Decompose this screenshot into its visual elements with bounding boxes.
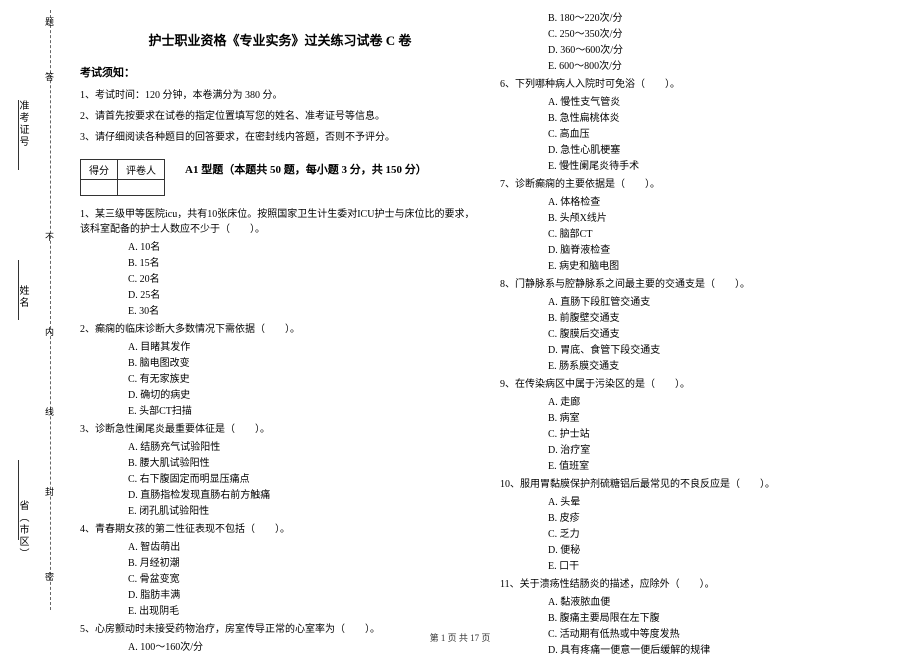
q9-opt-c: C. 护士站	[548, 427, 900, 442]
binding-margin: 题 答 准考证号 不 姓名 内 线 封 省（市区） 密	[15, 10, 65, 610]
q6-opt-a: A. 慢性支气管炎	[548, 95, 900, 110]
q3-stem: 3、诊断急性阑尾炎最重要体征是（ ）。	[80, 422, 480, 437]
score-cell-grader	[118, 180, 165, 196]
exam-title: 护士职业资格《专业实务》过关练习试卷 C 卷	[80, 30, 480, 49]
q9-opt-d: D. 治疗室	[548, 443, 900, 458]
q7-opt-a: A. 体格检查	[548, 195, 900, 210]
q2-opt-a: A. 目睹其发作	[128, 340, 480, 355]
q8-stem: 8、门静脉系与腔静脉系之间最主要的交通支是（ ）。	[500, 277, 900, 292]
q3-opt-d: D. 直肠指检发现直肠右前方触痛	[128, 488, 480, 503]
q4-opt-a: A. 智齿萌出	[128, 540, 480, 555]
q7-opt-b: B. 头颅X线片	[548, 211, 900, 226]
q4-opt-b: B. 月经初潮	[128, 556, 480, 571]
q6-opt-c: C. 高血压	[548, 127, 900, 142]
q8-opt-a: A. 直肠下段肛管交通支	[548, 295, 900, 310]
q9-opt-e: E. 值班室	[548, 459, 900, 474]
q2-opt-c: C. 有无家族史	[128, 372, 480, 387]
q2-stem: 2、癫痫的临床诊断大多数情况下需依据（ ）。	[80, 322, 480, 337]
q10-opt-a: A. 头晕	[548, 495, 900, 510]
q5-opt-e: E. 600～800次/分	[548, 59, 900, 74]
instruction-3: 3、请仔细阅读各种题目的回答要求，在密封线内答题，否则不予评分。	[80, 130, 480, 145]
q6-opt-b: B. 急性扁桃体炎	[548, 111, 900, 126]
marker-xian: 线	[45, 405, 54, 418]
q1-opt-e: E. 30名	[128, 304, 480, 319]
q10-stem: 10、服用胃黏膜保护剂硫糖铝后最常见的不良反应是（ ）。	[500, 477, 900, 492]
q6-opt-d: D. 急性心肌梗塞	[548, 143, 900, 158]
q11-opt-a: A. 黏液脓血便	[548, 595, 900, 610]
q3-opt-c: C. 右下腹固定而明显压痛点	[128, 472, 480, 487]
field-line-province	[18, 460, 19, 540]
q9-opt-a: A. 走廊	[548, 395, 900, 410]
q6-stem: 6、下列哪种病人入院时可免浴（ ）。	[500, 77, 900, 92]
q8-opt-d: D. 胃底、食管下段交通支	[548, 343, 900, 358]
q1-opt-c: C. 20名	[128, 272, 480, 287]
q6-opt-e: E. 慢性阑尾炎待手术	[548, 159, 900, 174]
q5-opt-c: C. 250～350次/分	[548, 27, 900, 42]
instruction-1: 1、考试时间：120 分钟，本卷满分为 380 分。	[80, 88, 480, 103]
q9-stem: 9、在传染病区中属于污染区的是（ ）。	[500, 377, 900, 392]
right-column: B. 180～220次/分 C. 250～350次/分 D. 360～600次/…	[500, 10, 900, 625]
q2-opt-e: E. 头部CT扫描	[128, 404, 480, 419]
score-cell-score	[81, 180, 118, 196]
q8-opt-c: C. 腹膜后交通支	[548, 327, 900, 342]
marker-ti: 题	[45, 15, 54, 28]
content-area: 护士职业资格《专业实务》过关练习试卷 C 卷 考试须知： 1、考试时间：120 …	[65, 10, 900, 625]
q4-opt-c: C. 骨盆变宽	[128, 572, 480, 587]
score-header-score: 得分	[81, 160, 118, 180]
q4-stem: 4、青春期女孩的第二性征表现不包括（ ）。	[80, 522, 480, 537]
q7-opt-c: C. 脑部CT	[548, 227, 900, 242]
q8-opt-e: E. 肠系膜交通支	[548, 359, 900, 374]
marker-da: 答	[45, 70, 54, 83]
field-line-admission	[18, 100, 19, 170]
q8-opt-b: B. 前腹壁交通支	[548, 311, 900, 326]
q11-stem: 11、关于溃疡性结肠炎的描述，应除外（ ）。	[500, 577, 900, 592]
q7-opt-d: D. 脑脊液检查	[548, 243, 900, 258]
q3-opt-e: E. 闭孔肌试验阳性	[128, 504, 480, 519]
field-line-name	[18, 260, 19, 320]
q5-opt-d: D. 360～600次/分	[548, 43, 900, 58]
q1-stem: 1、某三级甲等医院icu，共有10张床位。按照国家卫生计生委对ICU护士与床位比…	[80, 207, 480, 237]
section-title: A1 型题（本题共 50 题，每小题 3 分，共 150 分）	[185, 161, 427, 177]
q4-opt-d: D. 脂肪丰满	[128, 588, 480, 603]
instruction-2: 2、请首先按要求在试卷的指定位置填写您的姓名、准考证号等信息。	[80, 109, 480, 124]
marker-feng: 封	[45, 485, 54, 498]
q10-opt-e: E. 口干	[548, 559, 900, 574]
marker-bu: 不	[45, 230, 54, 243]
left-column: 护士职业资格《专业实务》过关练习试卷 C 卷 考试须知： 1、考试时间：120 …	[80, 10, 480, 625]
q7-stem: 7、诊断癫痫的主要依据是（ ）。	[500, 177, 900, 192]
q10-opt-b: B. 皮疹	[548, 511, 900, 526]
q11-opt-b: B. 腹痛主要局限在左下腹	[548, 611, 900, 626]
q10-opt-c: C. 乏力	[548, 527, 900, 542]
q2-opt-b: B. 脑电图改变	[128, 356, 480, 371]
q4-opt-e: E. 出现阴毛	[128, 604, 480, 619]
marker-mi: 密	[45, 570, 54, 583]
q9-opt-b: B. 病室	[548, 411, 900, 426]
q1-opt-a: A. 10名	[128, 240, 480, 255]
score-table: 得分 评卷人	[80, 159, 165, 196]
q10-opt-d: D. 便秘	[548, 543, 900, 558]
q5-opt-b: B. 180～220次/分	[548, 11, 900, 26]
binding-dashed-line	[50, 10, 51, 610]
q2-opt-d: D. 确切的病史	[128, 388, 480, 403]
q3-opt-a: A. 结肠充气试验阳性	[128, 440, 480, 455]
page-footer: 第 1 页 共 17 页	[0, 631, 920, 644]
q11-opt-d: D. 具有疼痛一便意一便后缓解的规律	[548, 643, 900, 658]
q1-opt-d: D. 25名	[128, 288, 480, 303]
q3-opt-b: B. 腰大肌试验阳性	[128, 456, 480, 471]
q7-opt-e: E. 病史和脑电图	[548, 259, 900, 274]
score-header-grader: 评卷人	[118, 160, 165, 180]
marker-nei: 内	[45, 325, 54, 338]
q1-opt-b: B. 15名	[128, 256, 480, 271]
notice-heading: 考试须知：	[80, 64, 480, 80]
